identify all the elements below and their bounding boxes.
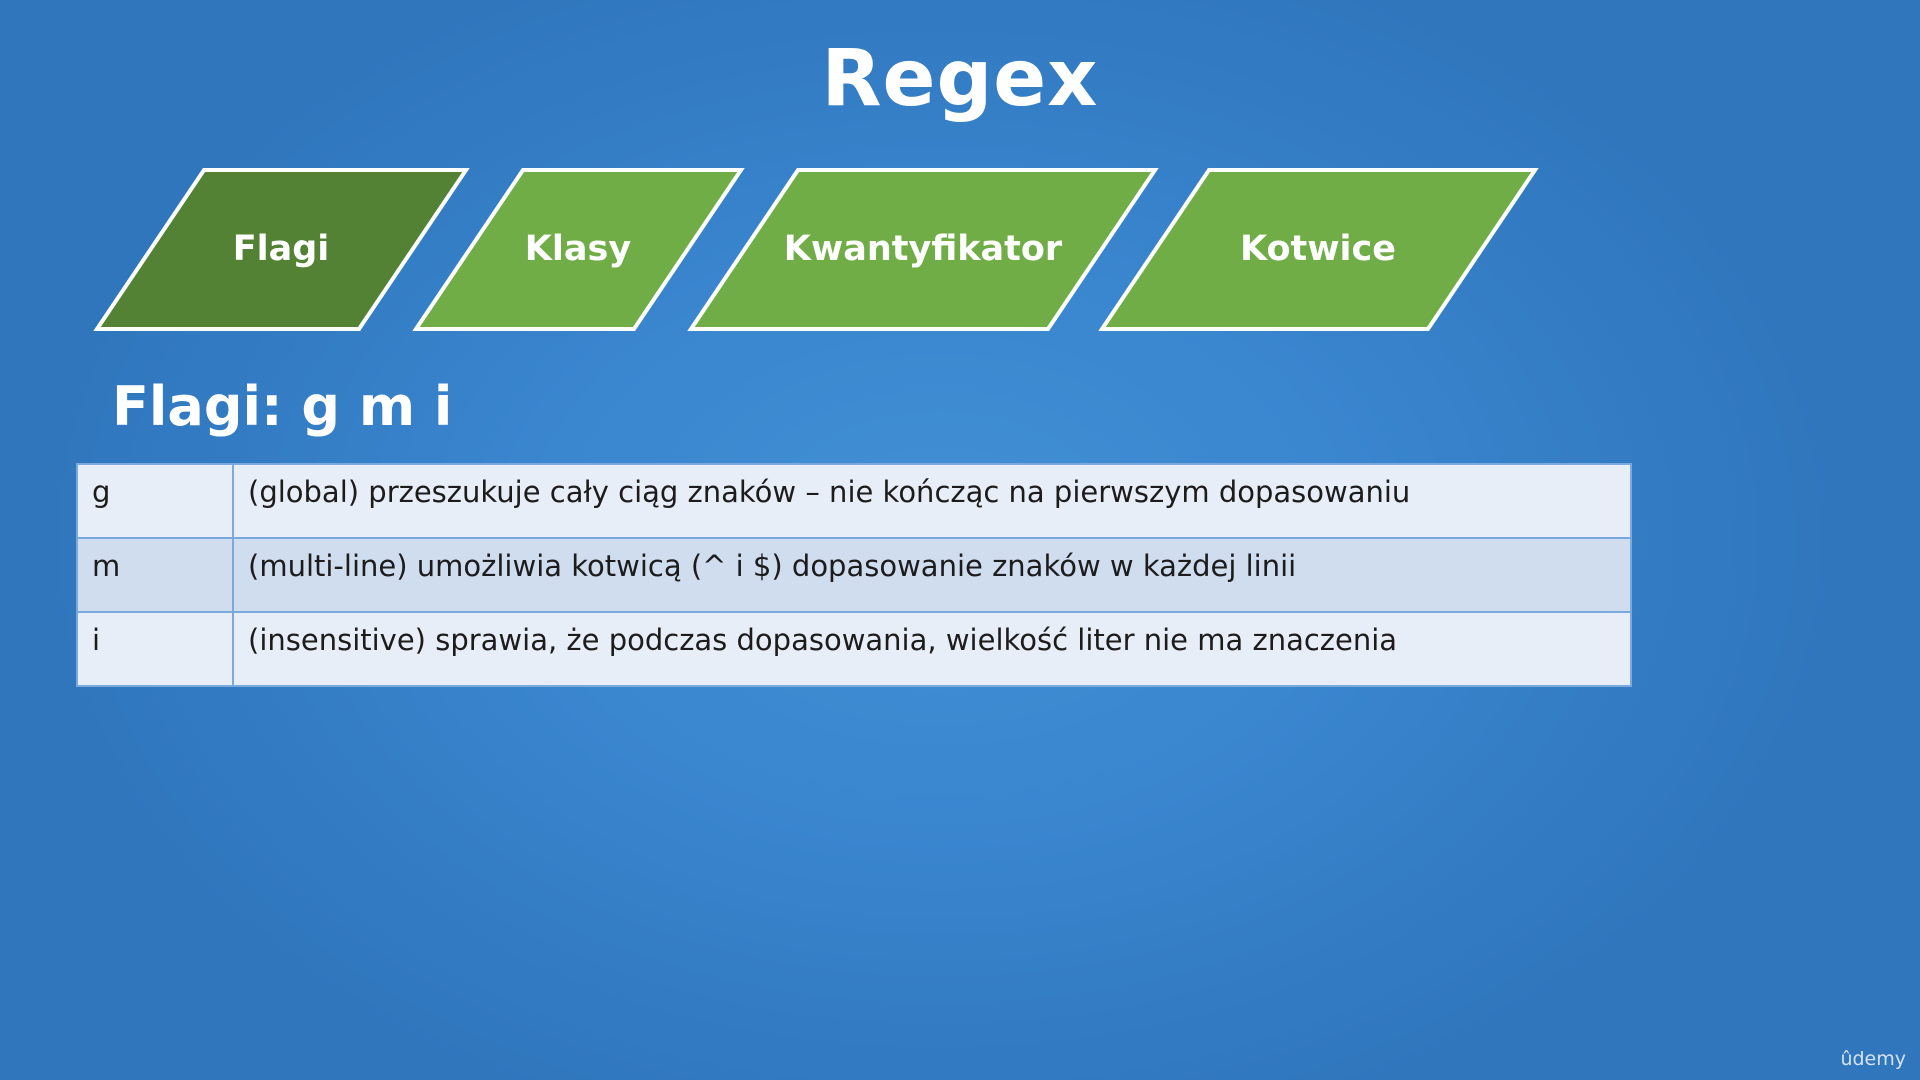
table-row: g (global) przeszukuje cały ciąg znaków …: [76, 463, 1632, 539]
flag-cell: i: [76, 611, 234, 687]
topic-nav: Flagi Klasy Kwantyfikator Kotwice: [93, 168, 1539, 331]
flag-cell: g: [76, 463, 234, 539]
tab-klasy-label: Klasy: [525, 229, 632, 269]
tab-kotwice-label: Kotwice: [1240, 229, 1396, 269]
table-row: i (insensitive) sprawia, że podczas dopa…: [76, 611, 1632, 687]
tab-kwantyfikator[interactable]: Kwantyfikator: [687, 168, 1159, 331]
description-cell: (global) przeszukuje cały ciąg znaków – …: [232, 463, 1632, 539]
tab-flagi-label: Flagi: [233, 229, 330, 269]
section-heading: Flagi: g m i: [112, 375, 453, 438]
tab-klasy[interactable]: Klasy: [412, 168, 745, 331]
description-cell: (insensitive) sprawia, że podczas dopaso…: [232, 611, 1632, 687]
table-row: m (multi-line) umożliwia kotwicą (^ i $)…: [76, 537, 1632, 613]
flags-table: g (global) przeszukuje cały ciąg znaków …: [76, 463, 1632, 687]
tab-flagi[interactable]: Flagi: [93, 168, 470, 331]
tab-kwantyfikator-label: Kwantyfikator: [784, 229, 1063, 269]
tab-kotwice[interactable]: Kotwice: [1098, 168, 1539, 331]
udemy-watermark: ûdemy: [1840, 1048, 1906, 1070]
description-cell: (multi-line) umożliwia kotwicą (^ i $) d…: [232, 537, 1632, 613]
flag-cell: m: [76, 537, 234, 613]
